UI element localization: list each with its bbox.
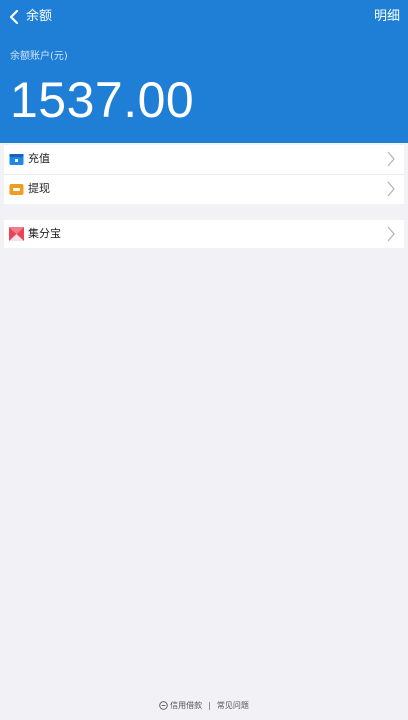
back-button[interactable] bbox=[6, 8, 22, 26]
footer-link-credit-loan[interactable]: 信用借款 bbox=[170, 700, 202, 711]
chevron-left-icon bbox=[9, 10, 19, 24]
balance-account-label: 余额账户(元) bbox=[10, 51, 68, 62]
chevron-right-icon bbox=[387, 226, 395, 242]
section-divider bbox=[4, 204, 404, 220]
wallet-icon bbox=[9, 154, 24, 165]
menu-item-label: 集分宝 bbox=[28, 227, 61, 240]
withdraw-icon bbox=[9, 184, 24, 195]
footer-separator: | bbox=[208, 700, 211, 710]
menu-item-label: 提现 bbox=[28, 182, 50, 195]
page-title: 余额 bbox=[26, 9, 53, 24]
menu-item-recharge[interactable]: 充值 bbox=[4, 145, 404, 174]
jifenbao-icon bbox=[9, 227, 24, 241]
menu-item-withdraw[interactable]: 提现 bbox=[4, 174, 404, 203]
funds-menu: 充值 提现 bbox=[4, 145, 404, 204]
detail-button[interactable]: 明细 bbox=[374, 9, 400, 25]
points-menu: 集分宝 bbox=[4, 220, 404, 248]
footer-link-faq[interactable]: 常见问题 bbox=[217, 700, 249, 711]
chevron-right-icon bbox=[387, 181, 395, 197]
credit-icon bbox=[159, 700, 168, 710]
nav-bar: 余额 明细 bbox=[0, 0, 408, 34]
menu-item-jifenbao[interactable]: 集分宝 bbox=[4, 220, 404, 249]
balance-amount: 1537.00 bbox=[10, 72, 195, 128]
footer-links: 信用借款 | 常见问题 bbox=[0, 698, 408, 712]
balance-header: 余额 明细 余额账户(元) 1537.00 bbox=[0, 0, 408, 143]
menu-item-label: 充值 bbox=[28, 152, 50, 165]
chevron-right-icon bbox=[387, 151, 395, 167]
